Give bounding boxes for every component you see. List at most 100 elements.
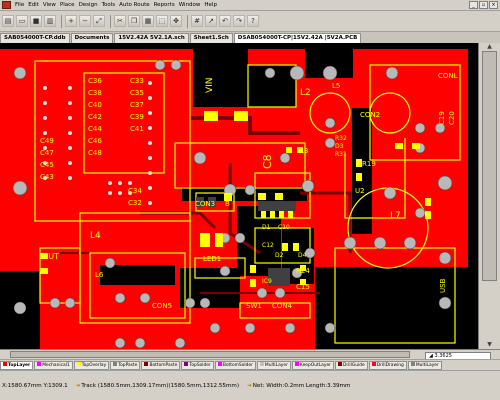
redo-icon[interactable]: ↷: [233, 15, 245, 27]
ref-c34: C34: [128, 187, 142, 195]
move-icon[interactable]: ✥: [170, 15, 182, 27]
ref-d1: D1: [262, 224, 271, 231]
cursor-coords: X:1580.67mm Y:1309.1: [2, 383, 68, 389]
grid-icon[interactable]: #: [191, 15, 203, 27]
toolbar-separator: [61, 14, 62, 28]
select-icon[interactable]: ⬚: [156, 15, 168, 27]
ref-c12: C12: [262, 242, 274, 249]
layer-tab-multilayer-2[interactable]: MultiLayer: [407, 360, 442, 370]
status-line: X:1580.67mm Y:1309.1 ➜Track (1580.5mm,13…: [2, 383, 350, 389]
layer-tab-mechanical1[interactable]: Mechanical1: [34, 360, 73, 370]
menu-reports[interactable]: Reports: [152, 0, 177, 10]
layer-tab-topsolder[interactable]: TopSolder: [181, 360, 214, 370]
ref-u2: U2: [355, 187, 365, 195]
minimize-icon[interactable]: _: [469, 1, 478, 9]
ref-l4: L4: [90, 231, 101, 241]
layer-color-swatch: [371, 362, 376, 366]
layer-tab-bottomsolder[interactable]: BottomSolder: [214, 360, 256, 370]
pcb-editor-window: File Edit View Place Design Tools Auto R…: [0, 0, 500, 400]
print-icon[interactable]: ▥: [44, 15, 56, 27]
ref-c15: C15: [296, 283, 310, 291]
ref-r19: R19: [362, 160, 376, 168]
route-icon[interactable]: ↗: [205, 15, 217, 27]
vertical-scroll-thumb[interactable]: [482, 51, 497, 281]
ref-c39: C39: [130, 113, 144, 121]
paste-icon[interactable]: ▦: [142, 15, 154, 27]
ref-c49: C49: [40, 137, 54, 145]
tab-schematic[interactable]: 15V2.42A 5V2.1A.sch: [114, 33, 189, 43]
ref-con2: CON2: [360, 111, 380, 119]
layer-tab-label: KeepOutLayer: [299, 362, 331, 368]
tab-sheet1[interactable]: Sheet1.Sch: [189, 33, 233, 43]
menu-edit[interactable]: Edit: [26, 0, 41, 10]
ref-c10: C10: [278, 224, 290, 231]
menu-auto-route[interactable]: Auto Route: [117, 0, 151, 10]
app-icon[interactable]: [2, 1, 11, 9]
help-icon[interactable]: ?: [247, 15, 259, 27]
undo-icon[interactable]: ↶: [219, 15, 231, 27]
ref-c45: C45: [40, 161, 54, 169]
vertical-scrollbar[interactable]: ▲ ▼: [478, 43, 500, 349]
layer-tab-label: DrillGuide: [342, 362, 365, 368]
menu-file[interactable]: File: [13, 0, 26, 10]
toolbar-separator: [110, 14, 111, 28]
menu-view[interactable]: View: [41, 0, 58, 10]
layer-color-swatch: [37, 362, 42, 366]
ref-c43: C43: [40, 173, 54, 181]
ref-r32: R32: [335, 135, 347, 142]
ref-ic9: IC9: [262, 278, 272, 285]
layer-tab-toppaste[interactable]: TopPaste: [110, 360, 141, 370]
menu-help[interactable]: Help: [202, 0, 219, 10]
ref-l6: L6: [95, 271, 104, 279]
layer-tab-toplayer[interactable]: TopLayer: [0, 360, 34, 370]
menu-window[interactable]: Window: [177, 0, 203, 10]
close-icon[interactable]: ×: [489, 1, 498, 9]
tab-database[interactable]: SAB054000T-CP.ddb: [0, 33, 70, 43]
status-bar: X:1580.67mm Y:1309.1 ➜Track (1580.5mm,13…: [0, 370, 500, 400]
open-folder-icon[interactable]: ▭: [16, 15, 28, 27]
layer-tab-keepout[interactable]: KeepOutLayer: [291, 360, 334, 370]
project-icon[interactable]: ▤: [2, 15, 14, 27]
copy-icon[interactable]: ❐: [128, 15, 140, 27]
ref-con3: CON3: [195, 200, 215, 208]
ref-l5: L5: [332, 82, 340, 90]
layer-tab-topoverlay[interactable]: TopOverlay: [73, 360, 110, 370]
horizontal-scroll-thumb[interactable]: [10, 351, 410, 358]
menu-place[interactable]: Place: [58, 0, 77, 10]
layer-tab-multilayer[interactable]: MultiLayer: [256, 360, 291, 370]
layer-color-swatch: [184, 362, 189, 366]
ref-c44: C44: [88, 125, 102, 133]
pcb-drawing[interactable]: C36 C38 C40 C42 C44 C46 C48 C33 C35 C37 …: [0, 43, 478, 349]
layer-tab-bottompaste[interactable]: BottomPaste: [141, 360, 181, 370]
clearance-area: [193, 49, 248, 107]
zoom-fit-icon[interactable]: ⤢: [93, 15, 105, 27]
pcb-canvas[interactable]: C36 C38 C40 C42 C44 C46 C48 C33 C35 C37 …: [0, 43, 478, 349]
menu-tools[interactable]: Tools: [100, 0, 118, 10]
tab-pcb[interactable]: DSAB054000T-CP|15V2.42A |5V2A.PCB: [233, 33, 362, 43]
tab-documents[interactable]: Documents: [70, 33, 114, 43]
ref-c36: C36: [88, 77, 102, 85]
save-icon[interactable]: ■: [30, 15, 42, 27]
zoom-out-icon[interactable]: −: [79, 15, 91, 27]
scroll-down-icon[interactable]: ▼: [482, 341, 497, 349]
layer-tab-drillguide[interactable]: DrillGuide: [334, 360, 368, 370]
restore-icon[interactable]: ▫: [479, 1, 488, 9]
cut-icon[interactable]: ✂: [114, 15, 126, 27]
layer-color-swatch: [113, 362, 118, 366]
ref-sw1: SW1: [246, 302, 262, 310]
layer-tab-drilldrawing[interactable]: DrillDrawing: [368, 360, 407, 370]
ref-d3: D3: [335, 143, 344, 150]
ref-d2: D2: [275, 252, 284, 259]
ref-b: B: [225, 200, 230, 208]
zoom-in-icon[interactable]: +: [65, 15, 77, 27]
document-tabs: SAB054000T-CP.ddb Documents 15V2.42A 5V2…: [0, 32, 500, 43]
menu-design[interactable]: Design: [77, 0, 100, 10]
layer-tabs: TopLayer Mechanical1 TopOverlay TopPaste…: [0, 359, 500, 370]
ref-c32: C32: [128, 199, 142, 207]
scroll-up-icon[interactable]: ▲: [482, 43, 497, 51]
layer-color-swatch: [217, 362, 222, 366]
layer-color-swatch: [410, 362, 415, 366]
ref-c42: C42: [88, 113, 102, 121]
layer-tab-label: TopOverlay: [81, 362, 107, 368]
layer-tab-label: TopSolder: [189, 362, 211, 368]
